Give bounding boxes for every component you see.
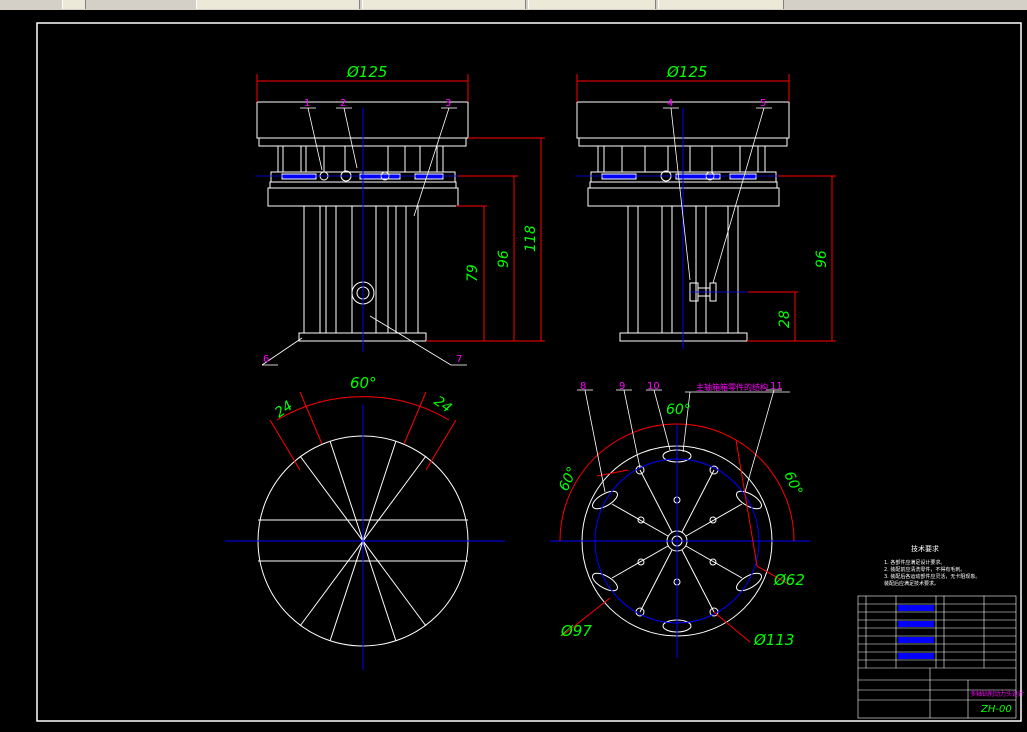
toolbar-tab-5[interactable]	[658, 0, 784, 9]
front-dim-79: 79	[465, 264, 481, 282]
side-dim-28: 28	[777, 310, 793, 328]
balloon-6: 6	[263, 354, 269, 365]
spindle-dim-97: Ø97	[560, 622, 592, 640]
balloon-9: 9	[619, 381, 625, 392]
front-width-dim: Ø125	[346, 63, 387, 81]
drawing-number: ZH-00	[980, 704, 1012, 715]
toolbar-tab-3[interactable]	[362, 0, 526, 9]
balloon-11: 11	[770, 381, 783, 392]
toolbar-tab-4[interactable]	[528, 0, 656, 9]
front-dim-96: 96	[496, 250, 512, 268]
balloon-8: 8	[580, 381, 586, 392]
balloon-10: 10	[647, 381, 660, 392]
side-dim-96: 96	[814, 250, 830, 268]
spindle-angle-top: 60°	[666, 402, 691, 418]
balloon-1: 1	[304, 98, 310, 109]
spindle-callout: 主轴箱箱零件的结构	[696, 382, 768, 392]
drawing-title: 多轴钻削动力头设计	[970, 690, 1024, 698]
svg-text:2. 装配前应清洗零件，不得有毛刺。: 2. 装配前应清洗零件，不得有毛刺。	[884, 566, 965, 573]
balloon-4: 4	[667, 98, 673, 109]
svg-text:装配后应满足技术要求。: 装配后应满足技术要求。	[884, 580, 939, 587]
star-angle: 60°	[350, 374, 377, 392]
spindle-dim-113: Ø113	[753, 631, 794, 649]
toolbar-tab-2[interactable]	[196, 0, 360, 9]
balloon-5: 5	[760, 98, 766, 109]
balloon-3: 3	[445, 98, 451, 109]
front-dim-118: 118	[523, 225, 539, 252]
svg-text:1. 各部件应满足设计要求。: 1. 各部件应满足设计要求。	[884, 559, 945, 566]
svg-text:技术要求: 技术要求	[911, 544, 939, 553]
drawing-canvas[interactable]: Ø125 79 96 118 1 2 3 6 7 Ø125 96 28 4 5 …	[0, 10, 1027, 728]
toolbar-tab-1[interactable]	[62, 0, 86, 9]
side-width-dim: Ø125	[666, 63, 707, 81]
balloon-7: 7	[456, 354, 462, 365]
svg-text:3. 装配后各运动部件应灵活，无卡阻现象。: 3. 装配后各运动部件应灵活，无卡阻现象。	[884, 573, 980, 580]
balloon-2: 2	[340, 98, 346, 109]
spindle-dim-62: Ø62	[773, 571, 805, 589]
